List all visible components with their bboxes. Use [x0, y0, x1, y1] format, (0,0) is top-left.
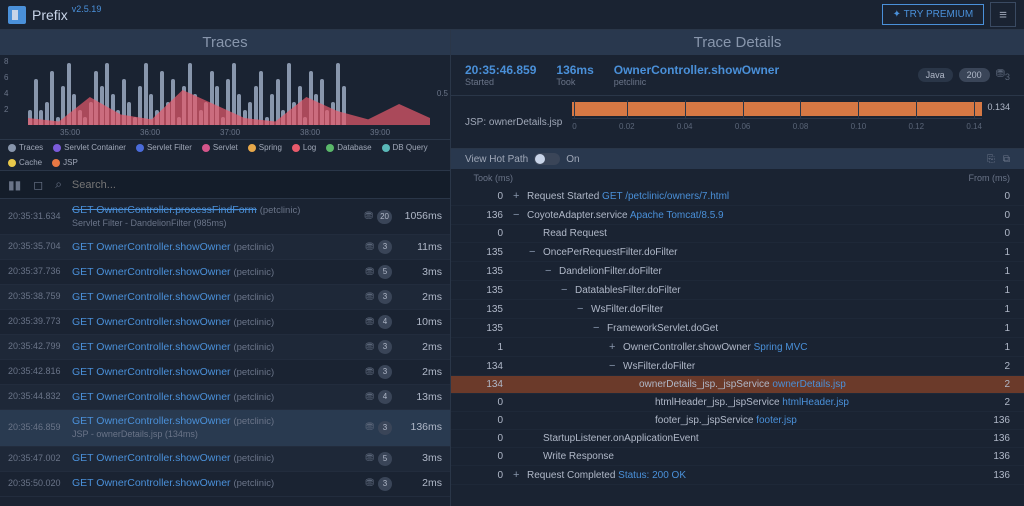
popout-icon[interactable]: ⧉ — [1003, 154, 1010, 165]
logo-icon — [8, 6, 26, 24]
expand-icon[interactable]: − — [545, 265, 555, 277]
timeline-label: JSP: ownerDetails.jsp — [465, 117, 562, 128]
tree-node[interactable]: 135−DatatablesFilter.doFilter1 — [451, 281, 1024, 300]
legend-item[interactable]: Cache — [8, 158, 42, 167]
legend-item[interactable]: Spring — [248, 143, 282, 152]
tree-node[interactable]: 135−OncePerRequestFilter.doFilter1 — [451, 243, 1024, 262]
trace-row[interactable]: 20:35:37.736GET OwnerController.showOwne… — [0, 260, 450, 285]
legend-item[interactable]: Servlet — [202, 143, 238, 152]
legend-item[interactable]: Database — [326, 143, 371, 152]
database-icon: ⛃3 — [996, 67, 1010, 82]
trace-row[interactable]: 20:35:35.704GET OwnerController.showOwne… — [0, 235, 450, 260]
search-input[interactable] — [68, 175, 448, 195]
trace-row[interactable]: 20:35:44.832GET OwnerController.showOwne… — [0, 385, 450, 410]
trace-row[interactable]: 20:35:38.759GET OwnerController.showOwne… — [0, 285, 450, 310]
legend-item[interactable]: Traces — [8, 143, 43, 152]
trace-row[interactable]: 20:35:31.634GET OwnerController.processF… — [0, 199, 450, 235]
expand-icon[interactable]: − — [593, 322, 603, 334]
expand-icon[interactable]: + — [513, 190, 523, 202]
tree-node[interactable]: 134−WsFilter.doFilter2 — [451, 357, 1024, 376]
app-version: v2.5.19 — [72, 4, 102, 14]
search-icon: ⌕ — [49, 173, 68, 196]
tree-node[interactable]: 135−DandelionFilter.doFilter1 — [451, 262, 1024, 281]
traces-chart[interactable]: 8 6 4 2 0.5 35:00 36:00 37:00 38:00 39:0… — [0, 55, 450, 140]
tree-node[interactable]: 134ownerDetails_jsp._jspService ownerDet… — [451, 376, 1024, 394]
tree-node[interactable]: 135−WsFilter.doFilter1 — [451, 300, 1024, 319]
expand-icon[interactable]: + — [609, 341, 619, 353]
legend-item[interactable]: JSP — [52, 158, 78, 167]
tree-node[interactable]: 0htmlHeader_jsp._jspService htmlHeader.j… — [451, 394, 1024, 412]
took-value: 136ms — [556, 63, 593, 77]
expand-icon[interactable]: − — [513, 209, 523, 221]
expand-icon[interactable]: − — [529, 246, 539, 258]
tree-node[interactable]: 135−FrameworkServlet.doGet1 — [451, 319, 1024, 338]
copy-icon[interactable]: ⎘ — [987, 154, 995, 165]
legend-item[interactable]: DB Query — [382, 143, 428, 152]
tree-node[interactable]: 0Read Request0 — [451, 225, 1024, 243]
tree-node[interactable]: 1+OwnerController.showOwner Spring MVC1 — [451, 338, 1024, 357]
legend-item[interactable]: Servlet Filter — [136, 143, 192, 152]
trace-row[interactable]: 20:35:46.859GET OwnerController.showOwne… — [0, 410, 450, 446]
tree-node[interactable]: 0Write Response136 — [451, 448, 1024, 466]
started-value: 20:35:46.859 — [465, 63, 536, 77]
expand-icon[interactable]: − — [577, 303, 587, 315]
chart-legend: Traces Servlet Container Servlet Filter Ser… — [0, 140, 450, 170]
trace-row[interactable]: 20:35:42.816GET OwnerController.showOwne… — [0, 360, 450, 385]
trace-row[interactable]: 20:35:47.002GET OwnerController.showOwne… — [0, 447, 450, 472]
clear-button[interactable]: ◻ — [27, 174, 49, 196]
trace-row[interactable]: 20:35:50.020GET OwnerController.showOwne… — [0, 472, 450, 497]
trace-row[interactable]: 20:35:39.773GET OwnerController.showOwne… — [0, 310, 450, 335]
traces-title: Traces — [0, 30, 450, 55]
status-chip: 200 — [959, 68, 990, 82]
details-title: Trace Details — [451, 30, 1024, 55]
tree-node[interactable]: 0footer_jsp._jspService footer.jsp136 — [451, 412, 1024, 430]
tree-node[interactable]: 0+Request Started GET /petclinic/owners/… — [451, 187, 1024, 206]
expand-icon[interactable]: − — [561, 284, 571, 296]
app-name: Prefix — [32, 7, 68, 23]
tree-node[interactable]: 0StartupListener.onApplicationEvent136 — [451, 430, 1024, 448]
expand-icon[interactable]: + — [513, 469, 523, 481]
tree-node[interactable]: 0+Request Completed Status: 200 OK136 — [451, 466, 1024, 485]
try-premium-button[interactable]: ✦ TRY PREMIUM — [882, 4, 985, 25]
timeline-bar — [572, 102, 982, 116]
action-value: OwnerController.showOwner — [614, 63, 779, 77]
pause-button[interactable]: ▮▮ — [2, 174, 27, 196]
hotpath-toggle[interactable] — [534, 153, 560, 165]
legend-item[interactable]: Servlet Container — [53, 143, 126, 152]
menu-button[interactable]: ≡ — [990, 2, 1016, 27]
expand-icon[interactable]: − — [609, 360, 619, 372]
tree-node[interactable]: 136−CoyoteAdapter.service Apache Tomcat/… — [451, 206, 1024, 225]
legend-item[interactable]: Log — [292, 143, 316, 152]
trace-row[interactable]: 20:35:42.799GET OwnerController.showOwne… — [0, 335, 450, 360]
lang-chip: Java — [918, 68, 953, 82]
hotpath-label: View Hot Path — [465, 154, 528, 165]
